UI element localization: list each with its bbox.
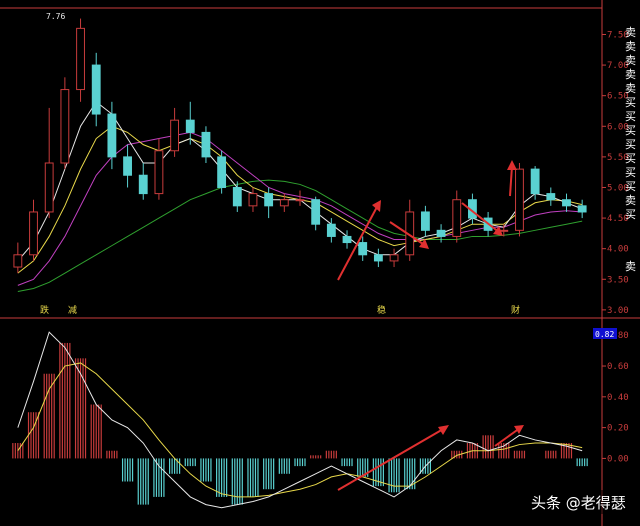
candle-body	[60, 89, 70, 164]
candle-body	[138, 174, 148, 195]
arrowhead	[507, 160, 517, 170]
price-tick-label: 3.50	[607, 275, 629, 285]
candle-body	[311, 199, 321, 225]
candle-body	[185, 119, 195, 133]
annotation-arrows	[337, 160, 524, 491]
indicator-tick-label: 0.60	[607, 362, 629, 372]
candle-body	[420, 211, 430, 231]
candle-body	[373, 254, 383, 262]
indicator-tick-label: 0.40	[607, 393, 629, 403]
side-signal-label: 买	[625, 152, 636, 165]
indicator-histogram	[12, 342, 588, 505]
candle-body	[13, 254, 23, 268]
event-marker: 稳	[377, 304, 386, 316]
side-signal-label: 买	[625, 124, 636, 137]
candle-body	[389, 254, 399, 262]
indicator-axis: 0.800.600.400.200.00	[602, 331, 629, 464]
watermark-text: 头条 @老得瑟	[531, 494, 626, 512]
side-signal-label: 卖	[625, 194, 636, 207]
price-tick-label: 3.00	[607, 306, 629, 316]
candle-body	[546, 193, 556, 201]
indicator-tick-label: 0.20	[607, 424, 629, 434]
side-signal-label: 买	[625, 180, 636, 193]
candle-body	[44, 162, 54, 213]
candle-body	[295, 199, 305, 202]
candle-body	[562, 199, 571, 207]
side-signal-label: 买	[625, 208, 636, 221]
stock-chart[interactable]: 7.507.006.506.005.505.004.504.003.503.00…	[0, 0, 640, 526]
indicator-lines	[17, 331, 583, 509]
side-signal-label: 买	[625, 96, 636, 109]
candle-body	[201, 131, 211, 158]
dif-line	[17, 331, 583, 509]
candle-body	[123, 156, 132, 176]
candle-body	[107, 113, 117, 158]
candle-body	[248, 193, 258, 207]
indicator-value: 0.82	[595, 330, 614, 339]
trend-arrow	[509, 165, 513, 197]
dea-line	[17, 362, 583, 498]
event-marker: 跌	[40, 305, 49, 316]
event-marker: 财	[511, 304, 520, 316]
indicator-tick-label: 0.00	[607, 454, 629, 464]
candle-body	[217, 156, 227, 188]
candle-body	[358, 242, 368, 256]
candle-body	[436, 229, 446, 237]
candle-body	[515, 168, 524, 231]
candle-body	[232, 186, 242, 207]
candle-body	[91, 64, 101, 115]
side-signal-label: 买	[625, 138, 636, 151]
candle-body	[154, 150, 164, 195]
candle-body	[29, 211, 38, 256]
side-signal-label: 卖	[625, 82, 636, 95]
candle-body	[530, 168, 540, 195]
candle-body	[170, 119, 180, 152]
arrowhead	[514, 425, 524, 434]
candle-body	[452, 199, 462, 237]
candle-body	[76, 27, 85, 91]
side-signal-label: 卖	[625, 40, 636, 53]
candle-body	[577, 205, 587, 213]
side-signal-label: 卖	[625, 54, 636, 67]
candle-body	[279, 199, 289, 207]
price-tick-label: 4.00	[607, 245, 629, 255]
candle-body	[342, 235, 352, 244]
peak-price-label: 7.76	[46, 12, 65, 21]
side-signal-labels: 卖 卖 卖 卖 卖 买 买 买 买 买 买 买 卖 买 卖	[625, 26, 636, 273]
side-signal-label: 买	[625, 166, 636, 179]
candle-body	[264, 193, 274, 207]
candle-body	[326, 223, 336, 237]
event-marker: 减	[68, 304, 77, 316]
side-signal-label: 卖	[625, 260, 636, 273]
side-signal-label: 买	[625, 110, 636, 123]
ma-white-line	[17, 101, 583, 262]
watermark: 头条 @老得瑟	[528, 490, 628, 514]
arrowhead	[372, 200, 381, 212]
side-signal-label: 卖	[625, 68, 636, 81]
side-signal-label: 卖	[625, 26, 636, 39]
ma-magenta-line	[17, 131, 583, 286]
